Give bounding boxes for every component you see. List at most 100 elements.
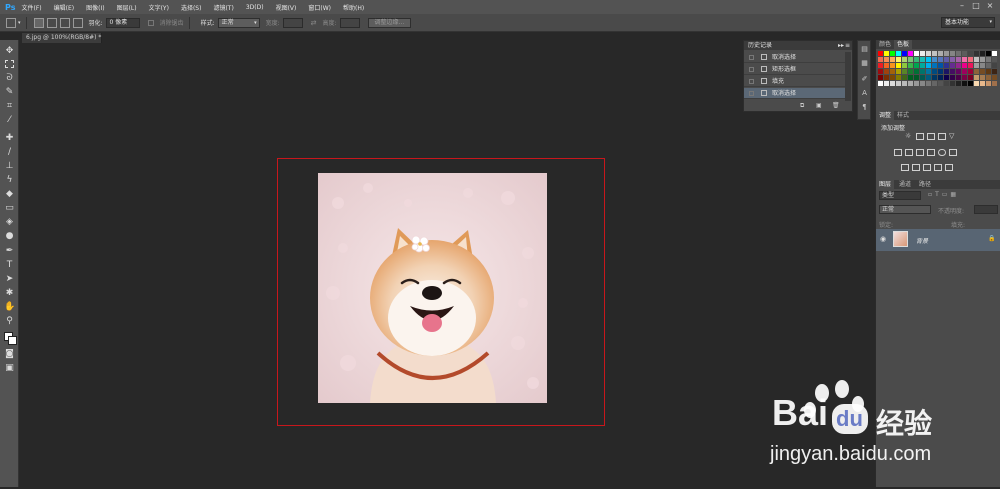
color-swatch[interactable] (938, 51, 943, 56)
color-swatch[interactable] (914, 75, 919, 80)
color-swatch[interactable] (968, 81, 973, 86)
color-swatch[interactable] (884, 81, 889, 86)
color-swatch[interactable] (902, 75, 907, 80)
menu-help[interactable]: 帮助(H) (343, 3, 364, 12)
dodge-tool-icon[interactable]: ● (4, 231, 15, 242)
color-swatch[interactable] (932, 69, 937, 74)
color-swatch[interactable] (896, 81, 901, 86)
character-panel-icon[interactable]: A (860, 89, 869, 98)
invert-icon[interactable] (901, 164, 909, 171)
path-select-icon[interactable]: ➤ (4, 274, 15, 285)
color-swatch[interactable] (920, 81, 925, 86)
history-panel-header[interactable]: 历史记录 ▸▸ ≡ (744, 41, 852, 50)
color-swatch[interactable] (932, 81, 937, 86)
color-swatch[interactable] (890, 75, 895, 80)
menu-edit[interactable]: 编辑(E) (54, 3, 74, 12)
color-swatch[interactable] (986, 75, 991, 80)
color-swatch[interactable] (920, 57, 925, 62)
color-swatch[interactable] (890, 69, 895, 74)
color-swatch[interactable] (956, 69, 961, 74)
color-swatch[interactable] (926, 51, 931, 56)
color-swatch[interactable] (878, 75, 883, 80)
color-swatch[interactable] (896, 57, 901, 62)
color-swatch[interactable] (890, 57, 895, 62)
levels-icon[interactable] (916, 133, 924, 140)
maximize-icon[interactable]: □ (971, 1, 981, 11)
pen-tool-icon[interactable]: ✒ (4, 246, 15, 257)
color-swatch[interactable] (980, 63, 985, 68)
color-swatch[interactable] (926, 81, 931, 86)
gradient-tool-icon[interactable]: ▭ (4, 203, 15, 214)
menu-view[interactable]: 视图(V) (276, 3, 297, 12)
color-swatch[interactable] (878, 63, 883, 68)
type-tool-icon[interactable]: T (4, 260, 15, 271)
eyedropper-tool-icon[interactable]: ⁄ (4, 115, 15, 126)
history-checkbox[interactable] (749, 79, 754, 84)
color-swatch[interactable] (968, 51, 973, 56)
color-swatch[interactable] (926, 69, 931, 74)
color-swatch[interactable] (914, 81, 919, 86)
color-swatch[interactable] (908, 81, 913, 86)
color-swatch[interactable] (962, 51, 967, 56)
tab-layers[interactable]: 图层 (876, 180, 895, 189)
color-swatch[interactable] (884, 63, 889, 68)
shape-tool-icon[interactable]: ✱ (4, 288, 15, 299)
color-swatch[interactable] (902, 81, 907, 86)
color-swatch[interactable] (932, 63, 937, 68)
blend-mode-select[interactable]: 正常 (879, 205, 931, 214)
intersect-selection-icon[interactable] (72, 17, 83, 28)
menu-filter[interactable]: 滤镜(T) (213, 3, 233, 12)
threshold-icon[interactable] (923, 164, 931, 171)
color-swatch[interactable] (908, 69, 913, 74)
subtract-selection-icon[interactable] (59, 17, 70, 28)
color-swatch[interactable] (956, 63, 961, 68)
color-swatch[interactable] (956, 75, 961, 80)
color-swatch[interactable] (914, 57, 919, 62)
color-swatch[interactable] (896, 63, 901, 68)
exposure-icon[interactable] (938, 133, 946, 140)
color-swatch[interactable] (956, 81, 961, 86)
color-swatch[interactable] (938, 63, 943, 68)
curves-icon[interactable] (927, 133, 935, 140)
trash-icon[interactable]: 🗑 (832, 102, 840, 109)
feather-input[interactable]: 0 像素 (105, 17, 140, 28)
panel-menu-icon[interactable]: ≡ (845, 41, 850, 50)
color-swatch[interactable] (962, 81, 967, 86)
color-swatch[interactable] (992, 81, 997, 86)
color-swatch[interactable] (986, 81, 991, 86)
color-swatch[interactable] (908, 75, 913, 80)
close-icon[interactable]: × (985, 1, 995, 11)
color-swatch[interactable] (920, 63, 925, 68)
swap-icon[interactable]: ⇄ (311, 19, 317, 27)
color-swatch[interactable] (908, 57, 913, 62)
gradient-map-icon[interactable] (934, 164, 942, 171)
color-swatch[interactable] (908, 51, 913, 56)
menu-select[interactable]: 选择(S) (181, 3, 202, 12)
color-balance-icon[interactable] (905, 149, 913, 156)
lasso-tool-icon[interactable]: ᘐ (4, 73, 15, 84)
color-swatch[interactable] (980, 51, 985, 56)
tab-channels[interactable]: 通道 (896, 180, 914, 189)
color-swatch[interactable] (884, 51, 889, 56)
color-swatch[interactable] (884, 57, 889, 62)
color-swatch[interactable] (956, 57, 961, 62)
history-step[interactable]: 填充 (744, 76, 846, 87)
history-checkbox[interactable] (749, 91, 754, 96)
color-swatch[interactable] (878, 69, 883, 74)
hue-saturation-icon[interactable] (894, 149, 902, 156)
color-swatch[interactable] (938, 75, 943, 80)
color-swatch[interactable] (938, 57, 943, 62)
tab-paths[interactable]: 路径 (916, 180, 934, 189)
chevron-down-icon[interactable]: ▾ (18, 20, 21, 26)
color-swatch[interactable] (968, 63, 973, 68)
color-swatch[interactable] (884, 75, 889, 80)
history-brush-icon[interactable]: ϟ (4, 175, 15, 186)
history-step[interactable]: 取消选择 (744, 52, 846, 63)
color-swatch[interactable] (896, 75, 901, 80)
color-swatch[interactable] (914, 63, 919, 68)
color-swatch[interactable] (878, 57, 883, 62)
color-swatch[interactable] (878, 81, 883, 86)
color-swatch[interactable] (974, 75, 979, 80)
collapse-icon[interactable]: ▸▸ (838, 41, 844, 50)
color-swatch[interactable] (950, 69, 955, 74)
